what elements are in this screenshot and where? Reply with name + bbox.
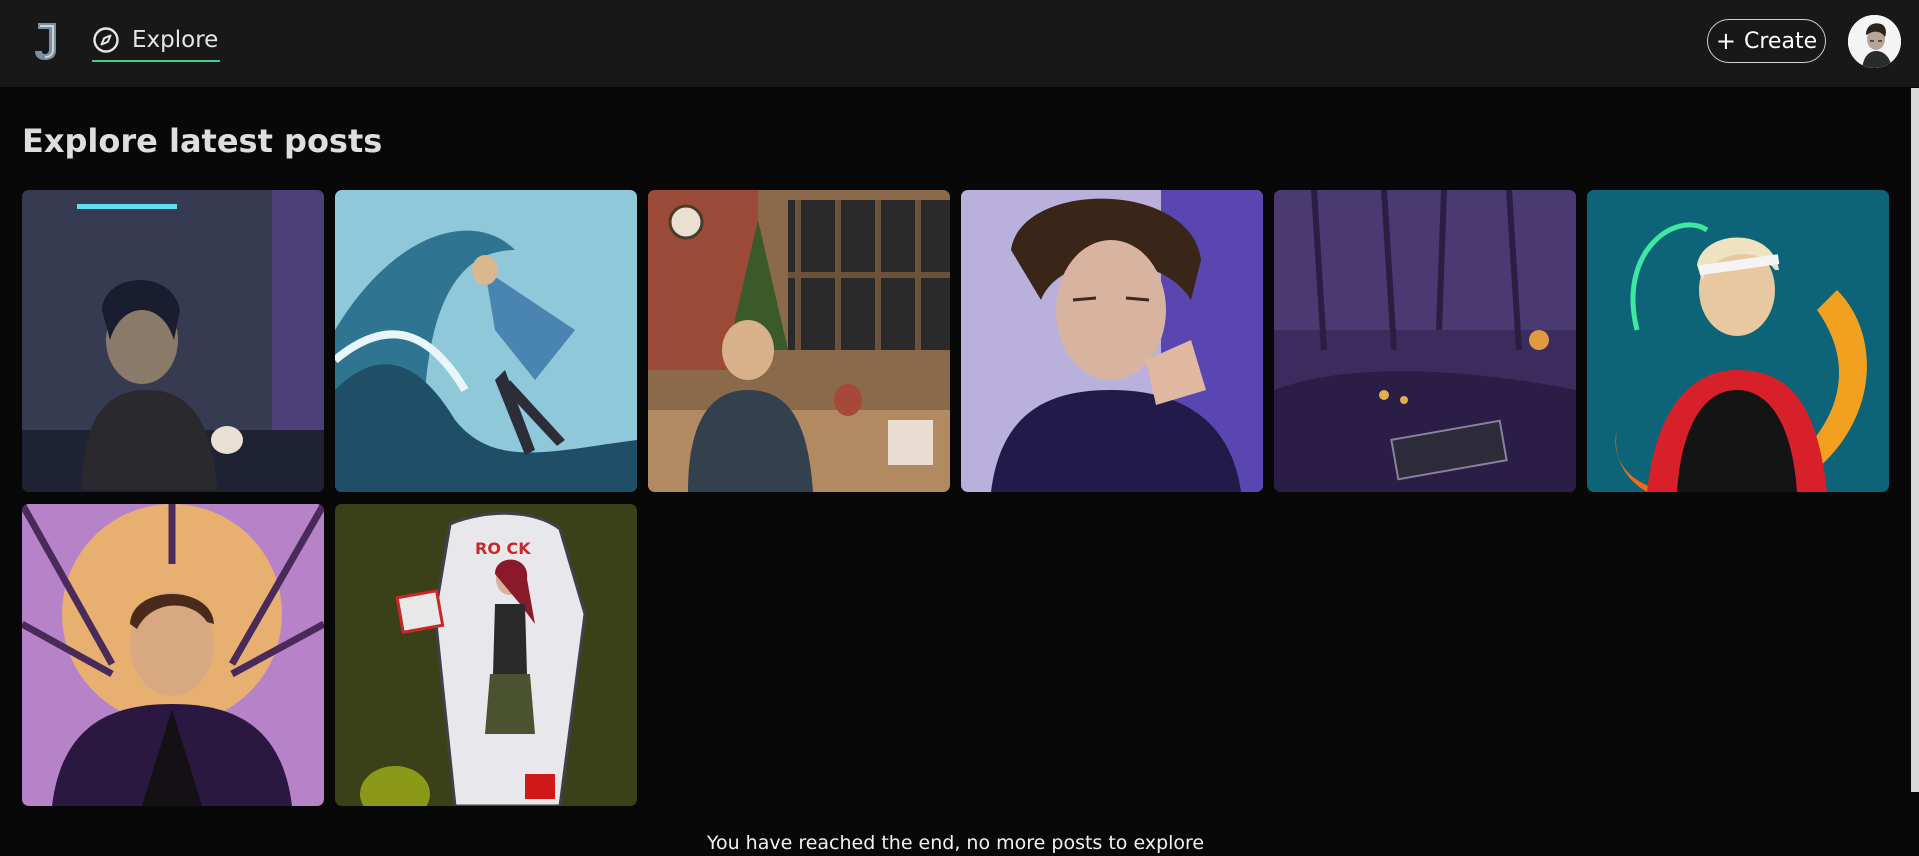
page-scrollbar[interactable]: [1911, 88, 1919, 792]
post-tile[interactable]: [1274, 190, 1576, 492]
post-image: [961, 190, 1263, 492]
post-image: [22, 504, 324, 806]
post-tile[interactable]: [961, 190, 1263, 492]
post-image: RO CK: [335, 504, 637, 806]
nav-explore-link[interactable]: Explore: [92, 26, 221, 62]
end-of-feed-message: You have reached the end, no more posts …: [706, 832, 1205, 854]
plus-icon: +: [1715, 27, 1736, 55]
post-image: [648, 190, 950, 492]
post-image: [335, 190, 637, 492]
avatar-image: [1848, 15, 1901, 68]
create-label: Create: [1744, 28, 1818, 54]
top-nav-bar: Explore + Create: [0, 0, 1919, 87]
post-image: [1587, 190, 1889, 492]
nav-explore-label: Explore: [132, 27, 219, 53]
post-tile[interactable]: [22, 504, 324, 806]
post-tile[interactable]: [1587, 190, 1889, 492]
page-title: Explore latest posts: [22, 122, 383, 160]
post-image: [22, 190, 324, 492]
post-image: [1274, 190, 1576, 492]
post-tile[interactable]: RO CK: [335, 504, 637, 806]
logo[interactable]: [30, 20, 60, 62]
compass-icon: [93, 27, 119, 53]
post-tile[interactable]: [22, 190, 324, 492]
post-tile[interactable]: [648, 190, 950, 492]
post-tile[interactable]: [335, 190, 637, 492]
create-button[interactable]: + Create: [1707, 19, 1826, 63]
user-avatar[interactable]: [1848, 15, 1901, 68]
svg-text:RO CK: RO CK: [475, 539, 531, 558]
